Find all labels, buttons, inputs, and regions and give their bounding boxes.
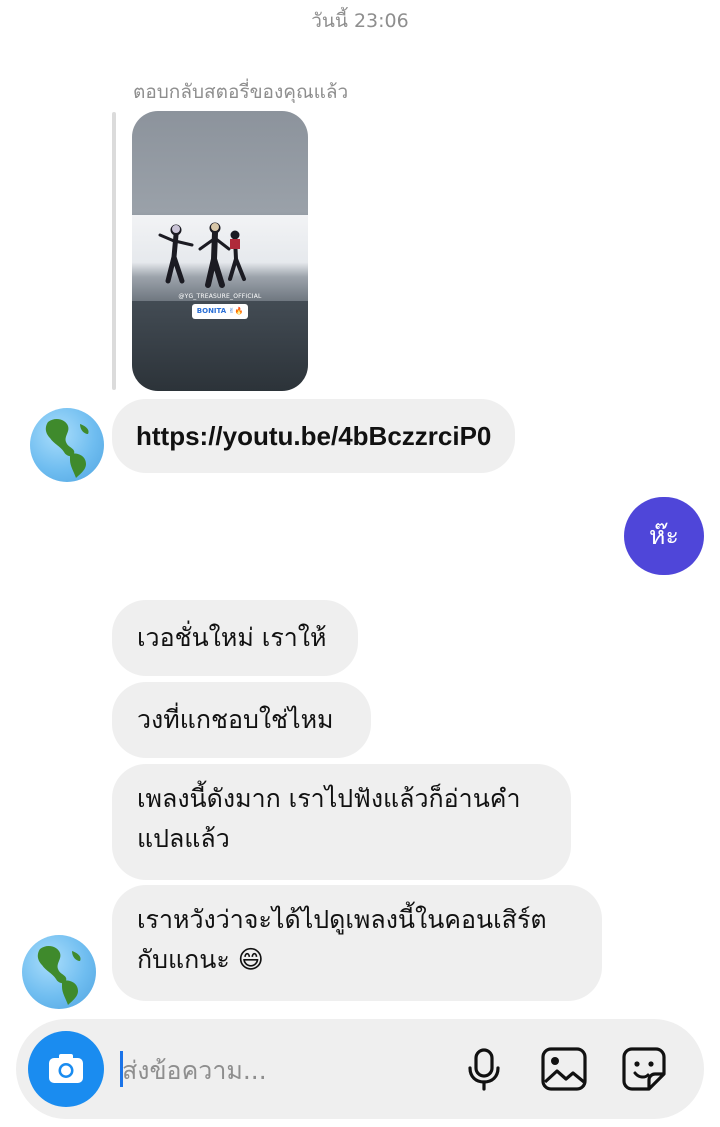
reply-indicator-line <box>112 112 116 390</box>
story-reply-label: ตอบกลับสตอรี่ของคุณแล้ว <box>133 81 349 103</box>
link-text[interactable]: https://youtu.be/4bBczzrciP0 <box>136 421 491 451</box>
globe-americas-icon <box>45 419 89 478</box>
dancers-figure <box>158 222 246 288</box>
story-song-sticker: BONITA ✌🔥 <box>192 304 248 319</box>
message-bubble[interactable]: เพลงนี้ดังมาก เราไปฟังแล้วก็อ่านคำแปลแล้… <box>112 764 571 880</box>
sticker-icon <box>622 1047 666 1091</box>
message-bubble[interactable]: เราหวังว่าจะได้ไปดูเพลงนี้ในคอนเสิร์ตกับ… <box>112 885 602 1001</box>
camera-button[interactable] <box>28 1031 104 1107</box>
camera-icon <box>49 1054 83 1083</box>
message-text: เวอชั่นใหม่ เราให้ <box>137 623 327 652</box>
image-icon <box>541 1047 587 1091</box>
message-bubble[interactable]: วงที่แกชอบใช่ไหม <box>112 682 371 758</box>
story-handle-text: @YG_TREASURE_OFFICIAL <box>178 293 262 300</box>
conversation-timestamp: วันนี้ 23:06 <box>311 10 409 32</box>
sender-avatar[interactable] <box>30 408 104 482</box>
microphone-button[interactable] <box>459 1044 509 1094</box>
sender-avatar[interactable] <box>22 935 96 1009</box>
message-text: เพลงนี้ดังมาก เราไปฟังแล้วก็อ่านคำแปลแล้… <box>137 784 521 853</box>
sticker-button[interactable] <box>619 1044 669 1094</box>
link-message-bubble[interactable]: https://youtu.be/4bBczzrciP0 <box>112 399 516 473</box>
sent-message-text: ห๊ะ <box>649 521 679 550</box>
message-input[interactable] <box>122 1049 442 1091</box>
story-thumbnail[interactable]: @YG_TREASURE_OFFICIAL BONITA ✌🔥 <box>132 111 308 391</box>
microphone-icon <box>468 1048 500 1091</box>
story-video-frame <box>132 215 308 301</box>
message-text: วงที่แกชอบใช่ไหม <box>137 705 334 734</box>
globe-americas-icon <box>37 946 81 1005</box>
message-bubble[interactable]: เวอชั่นใหม่ เราให้ <box>112 600 358 676</box>
gallery-button[interactable] <box>539 1044 589 1094</box>
sent-message-bubble[interactable]: ห๊ะ <box>624 497 704 575</box>
message-text: เราหวังว่าจะได้ไปดูเพลงนี้ในคอนเสิร์ตกับ… <box>137 905 547 974</box>
